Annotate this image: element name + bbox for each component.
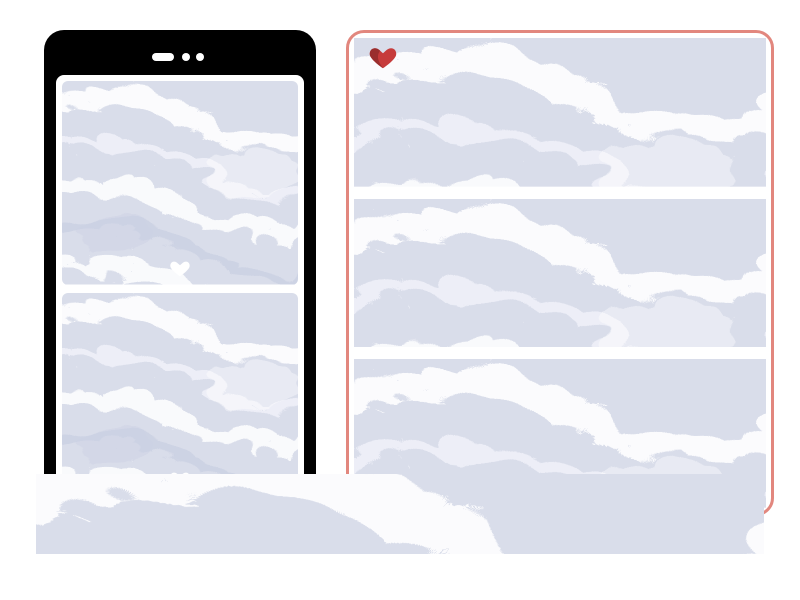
heart-icon[interactable] bbox=[169, 257, 191, 279]
phone-preview bbox=[44, 30, 316, 516]
heart-icon[interactable] bbox=[368, 42, 398, 72]
phone-sensor-dot bbox=[196, 53, 204, 61]
panel-card-overflow bbox=[36, 474, 764, 554]
phone-camera-dot bbox=[182, 53, 190, 61]
panel-card-stack bbox=[346, 30, 774, 516]
phone-screen bbox=[56, 75, 304, 502]
panel-card[interactable] bbox=[354, 199, 766, 348]
zoom-panel bbox=[346, 30, 774, 516]
phone-card[interactable] bbox=[62, 81, 298, 285]
phone-speaker bbox=[152, 53, 174, 61]
panel-card[interactable] bbox=[354, 38, 766, 187]
phone-card[interactable] bbox=[62, 293, 298, 497]
